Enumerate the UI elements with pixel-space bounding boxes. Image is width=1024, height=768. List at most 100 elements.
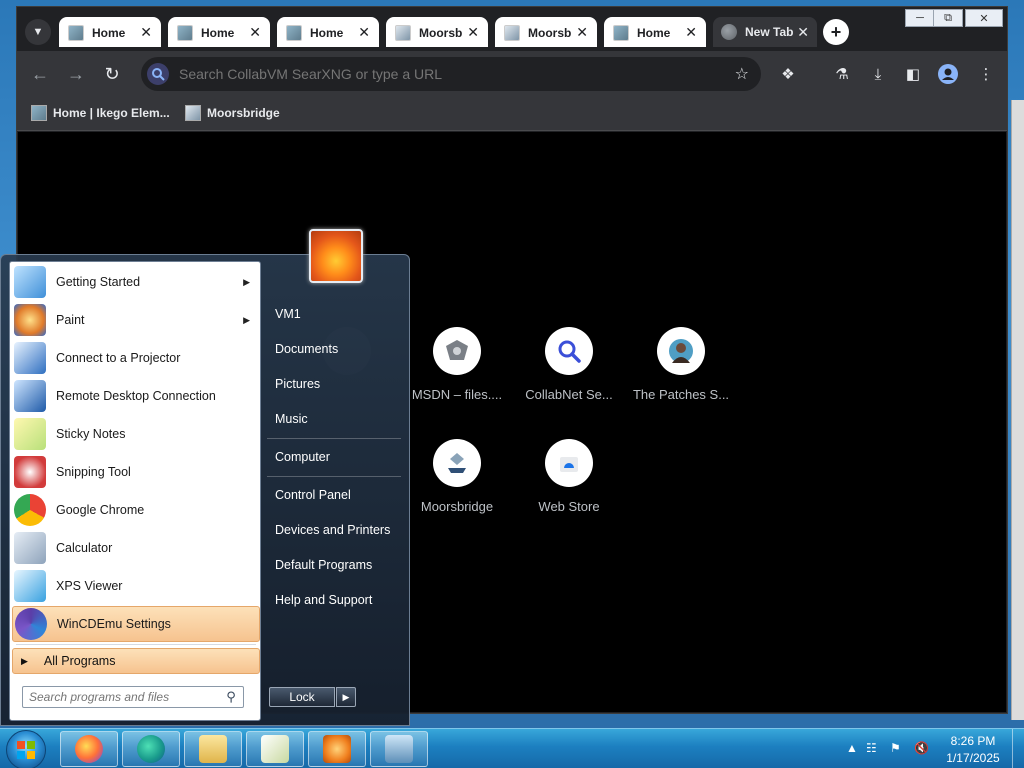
close-icon[interactable]: ✕ (358, 24, 370, 41)
start-search-input[interactable] (29, 690, 223, 704)
program-connect-projector[interactable]: Connect to a Projector (12, 340, 260, 376)
program-label: Calculator (56, 541, 113, 555)
program-label: Paint (56, 313, 85, 327)
close-icon[interactable]: ✕ (797, 24, 809, 41)
disc-icon (15, 608, 47, 640)
shortcut-patches[interactable]: The Patches S... (626, 327, 736, 402)
close-icon[interactable]: ✕ (467, 24, 479, 41)
show-hidden-icons-icon[interactable]: ▲ (846, 741, 858, 755)
taskbar-window[interactable] (370, 731, 428, 767)
tab-home-3[interactable]: Home ✕ (277, 17, 379, 47)
start-link-computer[interactable]: Computer (267, 442, 403, 472)
user-picture[interactable] (309, 229, 363, 283)
program-calculator[interactable]: Calculator (12, 530, 260, 566)
minimize-icon: ─ (916, 12, 924, 24)
tab-home-4[interactable]: Home ✕ (604, 17, 706, 47)
chevron-down-icon: ▼ (32, 26, 44, 38)
start-link-devices-printers[interactable]: Devices and Printers (267, 515, 403, 545)
start-link-label: Default Programs (275, 558, 373, 572)
lock-button[interactable]: Lock (269, 687, 335, 707)
shortcut-moorsbridge[interactable]: Moorsbridge (402, 439, 512, 514)
taskbar-firefox[interactable] (60, 731, 118, 767)
close-icon[interactable]: ✕ (576, 24, 588, 41)
program-getting-started[interactable]: Getting Started ▶ (12, 264, 260, 300)
labs-flask-icon[interactable]: ⚗ (831, 63, 853, 85)
start-link-vm1[interactable]: VM1 (267, 299, 403, 329)
start-link-pictures[interactable]: Pictures (267, 369, 403, 399)
start-link-default-programs[interactable]: Default Programs (267, 550, 403, 580)
taskbar-edge[interactable] (122, 731, 180, 767)
tab-search-button[interactable]: ▼ (25, 19, 51, 45)
start-link-control-panel[interactable]: Control Panel (267, 480, 403, 510)
program-paint[interactable]: Paint ▶ (12, 302, 260, 338)
side-panel-icon[interactable]: ◧ (902, 63, 924, 85)
system-clock[interactable]: 8:26 PM 1/17/2025 (938, 733, 1008, 767)
start-programs-pane: Getting Started ▶ Paint ▶ Connect to a P… (9, 261, 261, 721)
close-icon[interactable]: ✕ (685, 24, 697, 41)
tab-title: Home (201, 25, 235, 40)
taskbar-media-player[interactable] (308, 731, 366, 767)
start-search-box[interactable]: ⚲ (22, 686, 244, 708)
bookmark-star-icon[interactable]: ☆ (735, 64, 749, 84)
close-icon[interactable]: ✕ (140, 24, 152, 41)
network-icon[interactable]: ☷ (866, 741, 877, 755)
shortcut-collabnet[interactable]: CollabNet Se... (514, 327, 624, 402)
start-link-documents[interactable]: Documents (267, 334, 403, 364)
close-window-button[interactable]: ✕ (965, 9, 1003, 27)
profile-icon[interactable] (937, 63, 959, 85)
new-tab-button[interactable]: + (823, 19, 849, 45)
volume-muted-icon[interactable]: 🔇 (914, 741, 929, 755)
bookmark-label: Moorsbridge (207, 106, 280, 120)
bookmark-moorsbridge[interactable]: Moorsbridge (185, 105, 280, 121)
restore-button[interactable]: ⧉ (933, 9, 963, 27)
program-label: Connect to a Projector (56, 351, 181, 365)
start-link-help-support[interactable]: Help and Support (267, 585, 403, 615)
program-wincdemu-settings[interactable]: WinCDEmu Settings (12, 606, 260, 642)
program-label: Remote Desktop Connection (56, 389, 216, 403)
menu-kebab-icon[interactable]: ⋮ (975, 63, 997, 85)
program-label: Sticky Notes (56, 427, 126, 441)
start-link-music[interactable]: Music (267, 404, 403, 434)
shortcut-label: CollabNet Se... (525, 387, 613, 402)
tab-home-1[interactable]: Home ✕ (59, 17, 161, 47)
show-desktop-button[interactable] (1012, 729, 1024, 768)
start-link-label: Computer (275, 450, 330, 464)
web-store-icon (545, 439, 593, 487)
address-input[interactable] (179, 66, 735, 82)
start-button[interactable] (6, 730, 46, 768)
shortcut-msdn[interactable]: MSDN – files.... (402, 327, 512, 402)
shutdown-options-button[interactable]: ▶ (336, 687, 356, 707)
program-sticky-notes[interactable]: Sticky Notes (12, 416, 260, 452)
triangle-right-icon: ▶ (21, 655, 28, 666)
reload-button[interactable]: ↻ (99, 61, 125, 87)
taskbar-explorer[interactable] (184, 731, 242, 767)
bookmark-home-ikego[interactable]: Home | Ikego Elem... (31, 105, 170, 121)
getting-started-icon (14, 266, 46, 298)
tab-moorsbridge-1[interactable]: Moorsbridge ✕ (386, 17, 488, 47)
extensions-icon[interactable]: ❖ (777, 63, 799, 85)
tab-title: Moorsbridge (419, 25, 463, 40)
minimize-button[interactable]: ─ (905, 9, 935, 27)
program-xps-viewer[interactable]: XPS Viewer (12, 568, 260, 604)
browser-toolbar: ← → ↻ ☆ ❖ ⚗ ⤓ ◧ ⋮ (17, 51, 1007, 97)
start-link-label: Devices and Printers (275, 523, 391, 537)
start-link-label: VM1 (275, 307, 301, 321)
download-icon[interactable]: ⤓ (867, 63, 889, 85)
back-button[interactable]: ← (27, 61, 53, 87)
shortcut-web-store[interactable]: Web Store (514, 439, 624, 514)
sticky-notes-icon (14, 418, 46, 450)
tab-moorsbridge-2[interactable]: Moorsbridge ✕ (495, 17, 597, 47)
moorsbridge-icon (433, 439, 481, 487)
program-snipping-tool[interactable]: Snipping Tool (12, 454, 260, 490)
all-programs-button[interactable]: ▶ All Programs (12, 648, 260, 674)
program-google-chrome[interactable]: Google Chrome (12, 492, 260, 528)
action-center-flag-icon[interactable]: ⚑ (890, 741, 901, 755)
forward-button[interactable]: → (63, 61, 89, 87)
scrollbar[interactable] (1011, 100, 1024, 720)
address-bar[interactable]: ☆ (141, 57, 761, 91)
tab-new-tab[interactable]: New Tab ✕ (713, 17, 817, 47)
close-icon[interactable]: ✕ (249, 24, 261, 41)
program-remote-desktop[interactable]: Remote Desktop Connection (12, 378, 260, 414)
tab-home-2[interactable]: Home ✕ (168, 17, 270, 47)
taskbar-notepad[interactable] (246, 731, 304, 767)
